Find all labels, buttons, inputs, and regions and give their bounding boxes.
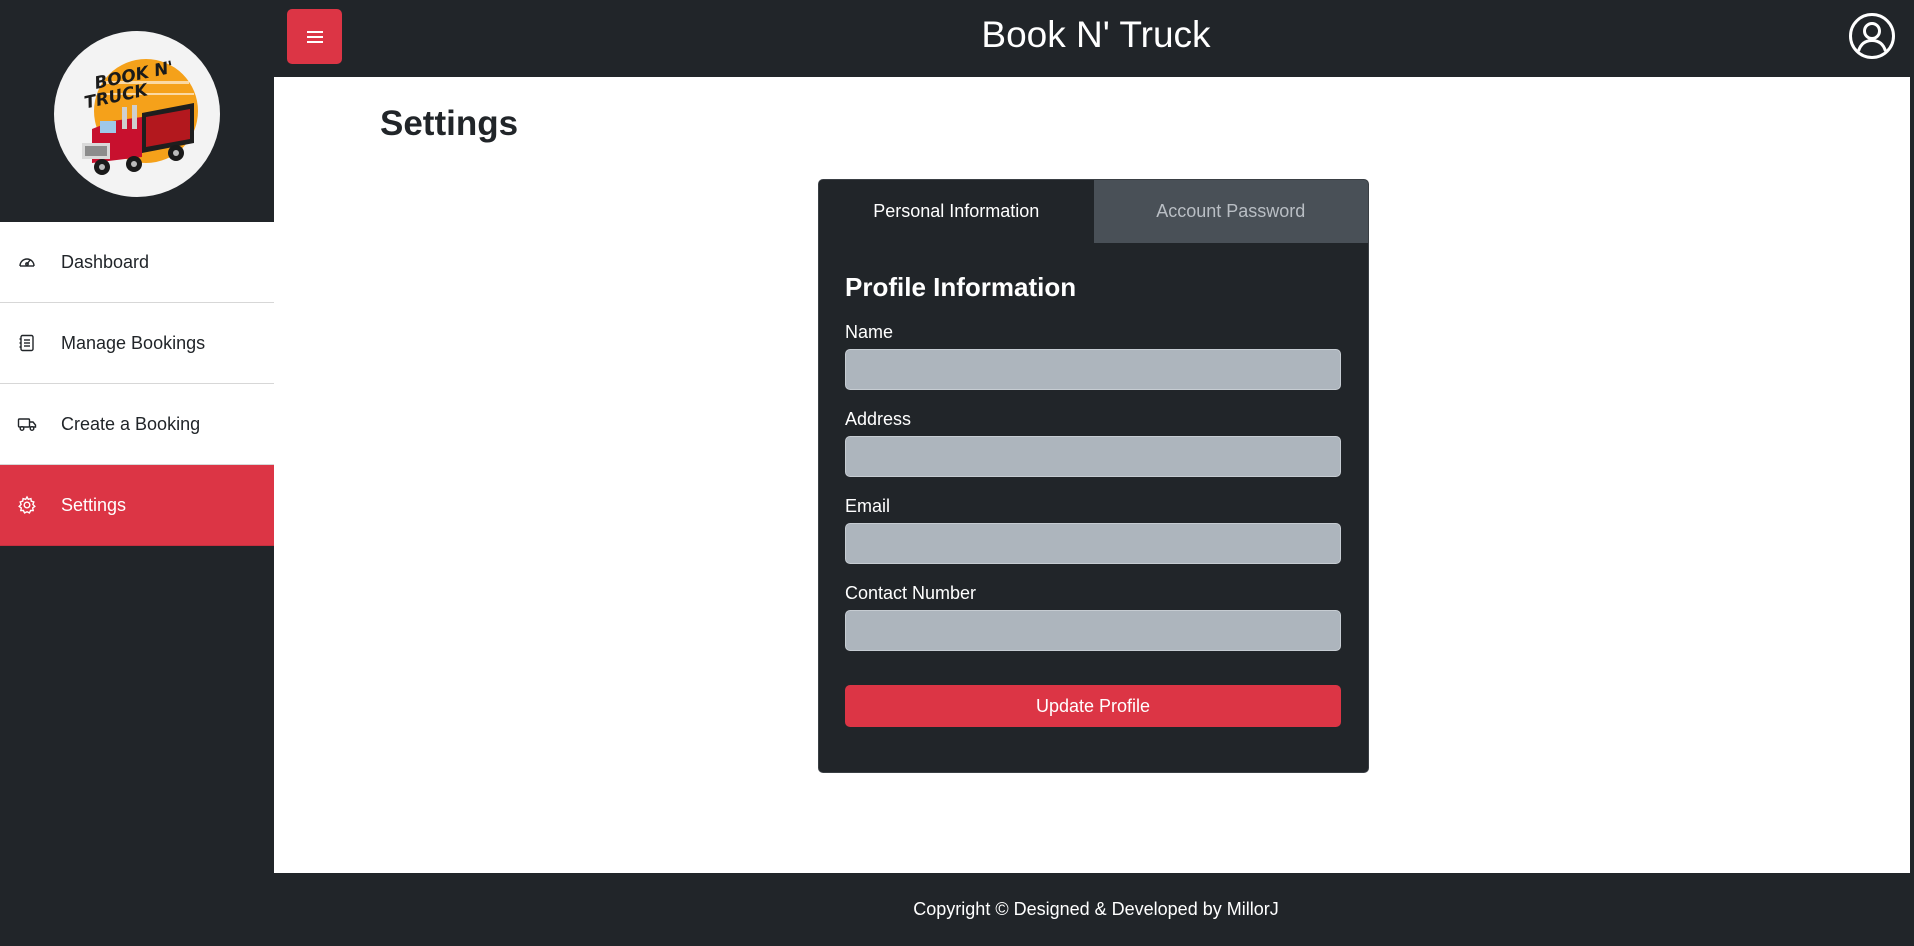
sidebar-item-label: Settings [61, 494, 127, 515]
main-content: Settings Personal Information Account Pa… [274, 77, 1910, 873]
footer-copyright: Copyright © Designed & Developed by Mill… [913, 899, 1279, 919]
email-field-group: Email [845, 496, 1341, 564]
address-label: Address [845, 409, 912, 429]
profile-form: Profile Information Name Address Email C… [845, 243, 1341, 727]
right-edge-strip [1910, 77, 1914, 873]
app-title: Book N' Truck [981, 14, 1211, 55]
name-field-group: Name [845, 322, 1341, 390]
email-input[interactable] [845, 523, 1341, 564]
user-circle-icon[interactable] [1848, 12, 1896, 60]
name-input[interactable] [845, 349, 1341, 390]
contact-number-field-group: Contact Number [845, 583, 1341, 651]
sidebar-item-dashboard[interactable]: Dashboard [0, 222, 274, 303]
top-bar: Book N' Truck [274, 0, 1914, 77]
truck-logo-icon [82, 59, 198, 175]
contact-number-input[interactable] [845, 610, 1341, 651]
sidebar-item-create-booking[interactable]: Create a Booking [0, 384, 274, 465]
settings-card: Personal Information Account Password Pr… [818, 179, 1369, 773]
sidebar-item-label: Create a Booking [61, 413, 201, 434]
tab-personal-information[interactable]: Personal Information [819, 180, 1094, 243]
sidebar: BOOK N' TRUCK Dashboard Manage Bookings [0, 0, 274, 946]
update-profile-button[interactable]: Update Profile [845, 685, 1341, 727]
footer: Copyright © Designed & Developed by Mill… [274, 873, 1914, 946]
page-title: Settings [380, 104, 519, 143]
contact-number-label: Contact Number [845, 583, 977, 603]
sidebar-nav: Dashboard Manage Bookings Create a Booki… [0, 222, 274, 546]
settings-tabs: Personal Information Account Password [819, 180, 1368, 243]
address-field-group: Address [845, 409, 1341, 477]
list-document-icon [16, 332, 38, 354]
form-title: Profile Information [845, 272, 1077, 302]
gauge-icon [16, 251, 38, 273]
email-label: Email [845, 496, 891, 516]
gear-icon [16, 494, 38, 516]
address-input[interactable] [845, 436, 1341, 477]
sidebar-item-manage-bookings[interactable]: Manage Bookings [0, 303, 274, 384]
truck-icon [16, 413, 38, 435]
sidebar-item-label: Manage Bookings [61, 332, 206, 353]
sidebar-item-settings[interactable]: Settings [0, 465, 274, 546]
name-label: Name [845, 322, 894, 342]
logo[interactable]: BOOK N' TRUCK [54, 31, 220, 197]
tab-account-password[interactable]: Account Password [1093, 180, 1368, 243]
sidebar-item-label: Dashboard [61, 251, 150, 272]
